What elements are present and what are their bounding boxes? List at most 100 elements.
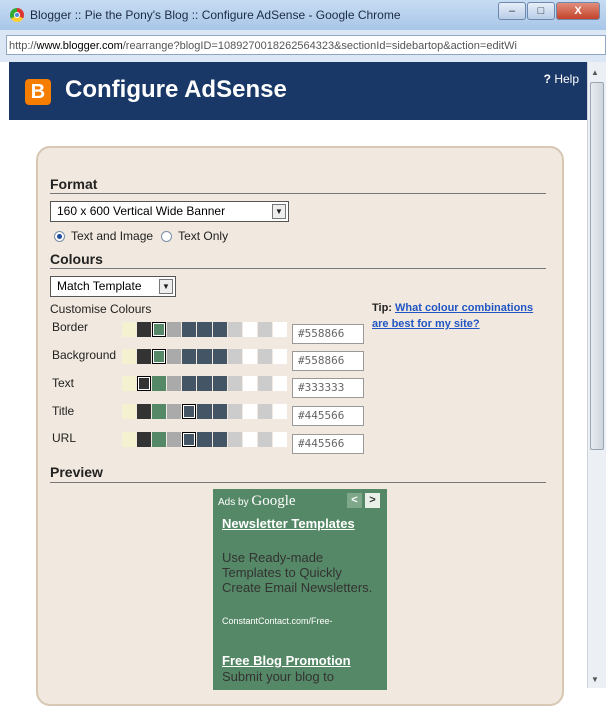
color-swatch[interactable] <box>257 404 272 419</box>
color-swatch[interactable] <box>257 349 272 364</box>
color-swatch[interactable] <box>227 404 242 419</box>
color-swatch[interactable] <box>182 376 197 391</box>
ad-type-radios: Text and Image Text Only <box>54 229 228 243</box>
color-swatch[interactable] <box>197 349 212 364</box>
color-swatch[interactable] <box>257 376 272 391</box>
format-select[interactable]: 160 x 600 Vertical Wide Banner ▼ <box>50 201 289 222</box>
color-swatch[interactable] <box>242 322 257 337</box>
radio-text-only-label: Text Only <box>178 229 229 243</box>
color-swatch[interactable] <box>182 404 197 419</box>
color-swatch[interactable] <box>122 432 137 447</box>
address-bar: http://www.blogger.com/rearrange?blogID=… <box>0 30 606 62</box>
url-field[interactable]: http://www.blogger.com/rearrange?blogID=… <box>6 35 606 55</box>
color-swatch[interactable] <box>137 376 152 391</box>
url-color-input[interactable]: #445566 <box>292 434 364 454</box>
scrollbar-thumb[interactable] <box>590 82 604 450</box>
color-swatch[interactable] <box>197 404 212 419</box>
next-ad-icon[interactable]: > <box>365 493 380 508</box>
color-swatch[interactable] <box>122 376 137 391</box>
url-prefix: http:// <box>9 40 37 52</box>
color-swatch[interactable] <box>257 432 272 447</box>
color-swatch[interactable] <box>152 349 167 364</box>
color-swatch[interactable] <box>182 349 197 364</box>
color-swatch[interactable] <box>242 432 257 447</box>
format-divider <box>50 193 546 194</box>
color-swatch[interactable] <box>197 376 212 391</box>
color-swatch[interactable] <box>122 349 137 364</box>
color-swatch[interactable] <box>152 432 167 447</box>
color-swatch[interactable] <box>212 322 227 337</box>
ad1-title[interactable]: Newsletter Templates <box>222 516 372 532</box>
color-swatch[interactable] <box>167 404 182 419</box>
color-swatch[interactable] <box>257 322 272 337</box>
color-swatch[interactable] <box>272 404 288 419</box>
color-swatch[interactable] <box>167 322 182 337</box>
color-swatch[interactable] <box>272 376 288 391</box>
colours-select[interactable]: Match Template ▼ <box>50 276 176 297</box>
colour-tip: Tip: What colour combinations are best f… <box>372 300 548 332</box>
page-header: B Configure AdSense ? Help <box>9 62 587 120</box>
color-swatch[interactable] <box>212 432 227 447</box>
color-swatch[interactable] <box>242 349 257 364</box>
border-label: Border <box>52 320 89 334</box>
background-swatches <box>122 349 288 366</box>
radio-text-and-image[interactable] <box>54 230 65 242</box>
color-swatch[interactable] <box>212 404 227 419</box>
color-swatch[interactable] <box>167 376 182 391</box>
scroll-up-icon[interactable]: ▲ <box>591 68 599 77</box>
border-color-input[interactable]: #558866 <box>292 324 364 344</box>
ads-by-google[interactable]: Ads by Google <box>218 493 296 510</box>
color-swatch[interactable] <box>167 349 182 364</box>
color-swatch[interactable] <box>272 349 288 364</box>
ad1-url[interactable]: ConstantContact.com/Free- <box>222 616 333 626</box>
minimize-button[interactable]: – <box>498 2 526 20</box>
color-swatch[interactable] <box>152 404 167 419</box>
color-swatch[interactable] <box>212 349 227 364</box>
maximize-button[interactable]: □ <box>527 2 555 20</box>
window-controls: – □ X <box>497 2 600 20</box>
prev-ad-icon[interactable]: < <box>347 493 362 508</box>
color-swatch[interactable] <box>227 376 242 391</box>
color-swatch[interactable] <box>182 432 197 447</box>
color-swatch[interactable] <box>137 432 152 447</box>
color-swatch[interactable] <box>122 322 137 337</box>
close-button[interactable]: X <box>556 2 600 20</box>
colour-tip-link[interactable]: What colour combinations are best for my… <box>372 302 533 330</box>
color-swatch[interactable] <box>197 322 212 337</box>
text-color-input[interactable]: #333333 <box>292 378 364 398</box>
color-swatch[interactable] <box>227 432 242 447</box>
colours-heading: Colours <box>50 251 103 267</box>
colours-select-value: Match Template <box>57 279 142 293</box>
color-swatch[interactable] <box>227 349 242 364</box>
ad2-text: Submit your blog to <box>222 669 335 684</box>
border-swatches <box>122 322 288 339</box>
color-swatch[interactable] <box>137 349 152 364</box>
help-link[interactable]: ? Help <box>544 72 579 86</box>
color-swatch[interactable] <box>272 432 288 447</box>
customise-colours-label: Customise Colours <box>50 302 152 316</box>
color-swatch[interactable] <box>137 404 152 419</box>
color-swatch[interactable] <box>182 322 197 337</box>
color-swatch[interactable] <box>212 376 227 391</box>
blogger-logo-icon: B <box>25 79 51 105</box>
vertical-scrollbar[interactable]: ▲ ▼ <box>587 62 606 688</box>
color-swatch[interactable] <box>152 376 167 391</box>
color-swatch[interactable] <box>242 376 257 391</box>
color-swatch[interactable] <box>197 432 212 447</box>
color-swatch[interactable] <box>242 404 257 419</box>
radio-text-only[interactable] <box>161 230 173 242</box>
color-swatch[interactable] <box>152 322 167 337</box>
page-title: Configure AdSense <box>65 76 287 103</box>
color-swatch[interactable] <box>137 322 152 337</box>
google-label: Google <box>251 493 296 509</box>
color-swatch[interactable] <box>122 404 137 419</box>
color-swatch[interactable] <box>272 322 288 337</box>
color-swatch[interactable] <box>167 432 182 447</box>
color-swatch[interactable] <box>227 322 242 337</box>
preview-heading: Preview <box>50 464 103 480</box>
background-color-input[interactable]: #558866 <box>292 351 364 371</box>
ad2-title[interactable]: Free Blog Promotion <box>222 653 386 669</box>
title-color-input[interactable]: #445566 <box>292 406 364 426</box>
url-swatches <box>122 432 288 449</box>
scroll-down-icon[interactable]: ▼ <box>591 675 599 684</box>
